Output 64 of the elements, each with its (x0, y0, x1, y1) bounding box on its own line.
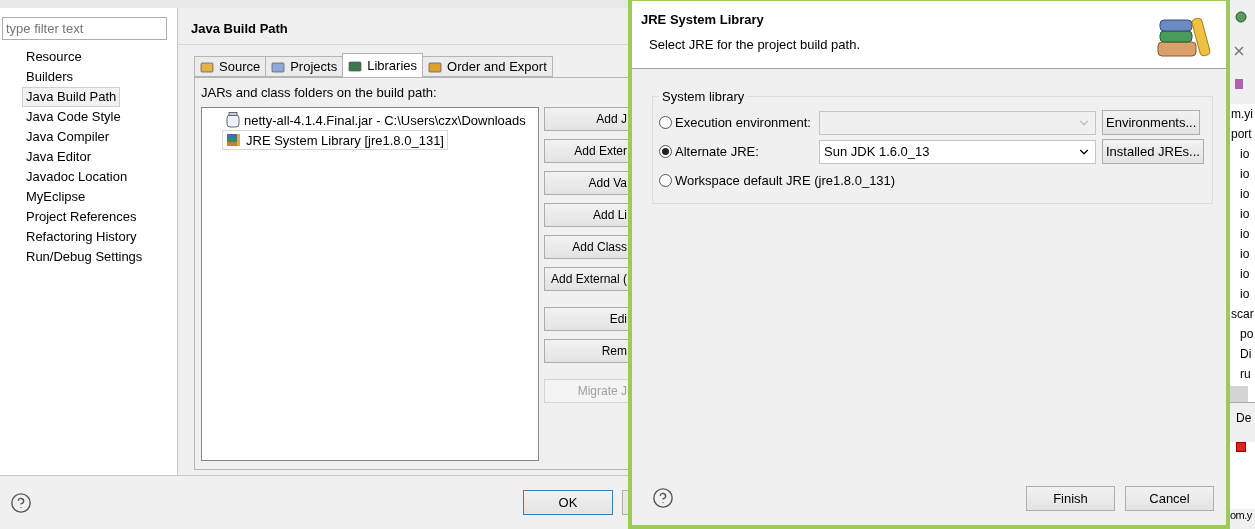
radio-button[interactable] (659, 116, 672, 129)
tab[interactable]: Source (194, 56, 267, 77)
scrollbar-thumb[interactable] (1230, 386, 1248, 402)
group-title: System library (661, 89, 746, 104)
sidebar-item[interactable]: Project References (22, 207, 141, 227)
jre-dropdown[interactable]: Sun JDK 1.6.0_13 (819, 139, 1096, 164)
sidebar-item[interactable]: Resource (22, 47, 86, 67)
outline-item[interactable]: io (1230, 184, 1255, 204)
side-button[interactable]: Add Va (544, 171, 628, 195)
help-icon[interactable] (10, 491, 32, 514)
sidebar-item[interactable]: Run/Debug Settings (22, 247, 147, 267)
sidebar-item[interactable]: Java Build Path (22, 87, 121, 107)
option-label: Execution environment: (675, 114, 812, 131)
filter-field[interactable]: type filter text (2, 17, 167, 40)
outline-item[interactable]: io (1230, 244, 1255, 264)
tab[interactable]: Libraries (342, 53, 424, 77)
outline-item[interactable]: Di (1230, 344, 1255, 364)
sidebar-item[interactable]: MyEclipse (22, 187, 90, 207)
dialog-title: JRE System Library (641, 12, 765, 27)
outline-item[interactable]: port (1230, 124, 1255, 144)
dialog-subtitle: Select JRE for the project build path. (649, 37, 860, 52)
side-button[interactable]: Rem (544, 339, 628, 363)
outline-item[interactable]: io (1230, 144, 1255, 164)
list-label: JARs and class folders on the build path: (201, 85, 438, 101)
sidebar-item[interactable]: Refactoring History (22, 227, 141, 247)
sidebar-item[interactable]: Java Editor (22, 147, 96, 167)
help-icon[interactable] (652, 487, 674, 509)
outline-item[interactable]: io (1230, 204, 1255, 224)
outline-item[interactable]: po (1230, 324, 1255, 344)
side-button[interactable]: Add J (544, 107, 628, 131)
status-text: om.y (1230, 509, 1255, 529)
side-button[interactable]: Edi (544, 307, 628, 331)
option-button[interactable]: Environments... (1102, 110, 1201, 135)
sidebar-item[interactable]: Java Compiler (22, 127, 114, 147)
outline-item[interactable]: io (1230, 264, 1255, 284)
radio-button[interactable] (659, 145, 672, 158)
sidebar-item[interactable]: Java Code Style (22, 107, 125, 127)
library-entry[interactable]: netty-all-4.1.4.Final.jar - C:\Users\czx\Downloads (222, 110, 530, 130)
outline-item[interactable]: io (1230, 164, 1255, 184)
jar-icon (226, 112, 240, 128)
outline-item[interactable]: io (1230, 224, 1255, 244)
option-label: Workspace default JRE (jre1.8.0_131) (675, 172, 896, 189)
tab[interactable]: Projects (265, 56, 344, 77)
dialog-button[interactable]: Finish (1026, 485, 1115, 511)
side-button[interactable]: Add Exter (544, 139, 628, 163)
radio-button[interactable] (659, 174, 672, 187)
outline-item[interactable]: io (1230, 284, 1255, 304)
outline-item[interactable]: ru (1230, 364, 1255, 384)
library-entry[interactable]: JRE System Library [jre1.8.0_131] (222, 130, 448, 150)
outline-item[interactable]: scar (1230, 304, 1255, 324)
side-button[interactable]: Add Class (544, 235, 628, 259)
console-tab[interactable]: De (1230, 402, 1255, 442)
dialog-button[interactable]: Cancel (1125, 485, 1214, 511)
side-button[interactable]: Add External ( (544, 267, 628, 291)
outline-item[interactable]: m.yi (1230, 104, 1255, 124)
sidebar-item[interactable]: Builders (22, 67, 77, 87)
tab[interactable]: Order and Export (422, 56, 553, 77)
option-label: Alternate JRE: (675, 143, 760, 160)
close-icon[interactable] (1234, 46, 1244, 56)
side-button[interactable]: Add Li (544, 203, 628, 227)
option-button[interactable]: Installed JREs... (1102, 139, 1204, 164)
page-title: Java Build Path (178, 8, 628, 45)
sidebar-item[interactable]: Javadoc Location (22, 167, 132, 187)
ok-button[interactable]: OK (523, 490, 613, 515)
